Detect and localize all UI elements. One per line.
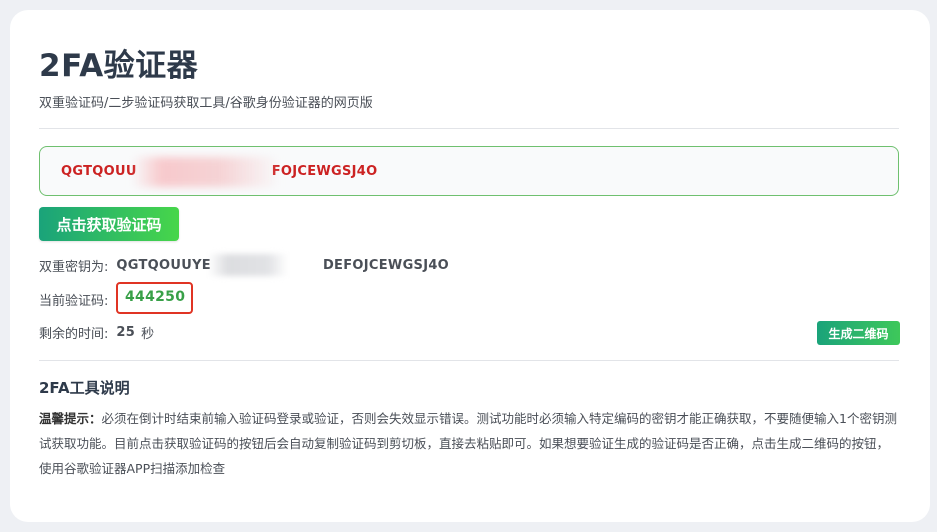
secret-input[interactable]: QGTQOUU FOJCEWGSJ4O bbox=[39, 146, 899, 196]
secret-value: QGTQOUUYE DEFOJCEWGSJ4O bbox=[116, 254, 450, 276]
current-code: 444250 bbox=[125, 289, 186, 305]
divider-top bbox=[39, 128, 899, 129]
time-value: 25 bbox=[116, 325, 136, 340]
time-unit: 秒 bbox=[141, 327, 155, 342]
secret-input-value-end: FOJCEWGSJ4O bbox=[271, 163, 378, 179]
tip-text: 必须在倒计时结束前输入验证码登录或验证，否则会失效显示错误。测试功能时必须输入特… bbox=[39, 411, 897, 476]
time-label: 剩余的时间: bbox=[39, 327, 109, 342]
tip-label: 温馨提示： bbox=[39, 411, 102, 426]
divider-middle bbox=[39, 360, 899, 361]
redaction-mask bbox=[132, 157, 280, 187]
secret-value-start: QGTQOUUYE bbox=[116, 258, 211, 273]
secret-label: 双重密钥为: bbox=[39, 260, 109, 275]
secret-row: 双重密钥为: QGTQOUUYE DEFOJCEWGSJ4O bbox=[39, 254, 450, 276]
secret-value-end: DEFOJCEWGSJ4O bbox=[322, 258, 450, 273]
secret-redaction-mask bbox=[208, 254, 289, 276]
generate-qr-button[interactable]: 生成二维码 bbox=[817, 321, 900, 345]
get-code-button[interactable]: 点击获取验证码 bbox=[39, 207, 179, 241]
main-card: 2FA验证器 双重验证码/二步验证码获取工具/谷歌身份验证器的网页版 QGTQO… bbox=[10, 10, 930, 522]
instructions-text: 温馨提示：必须在倒计时结束前输入验证码登录或验证，否则会失效显示错误。测试功能时… bbox=[39, 406, 901, 481]
code-label: 当前验证码: bbox=[39, 294, 109, 309]
code-row: 当前验证码: bbox=[39, 290, 108, 309]
page-subtitle: 双重验证码/二步验证码获取工具/谷歌身份验证器的网页版 bbox=[39, 96, 373, 111]
page-title: 2FA验证器 bbox=[39, 48, 199, 84]
time-row: 剩余的时间: 25 秒 bbox=[39, 323, 154, 342]
instructions-title: 2FA工具说明 bbox=[39, 379, 130, 397]
secret-input-value-start: QGTQOUU bbox=[61, 163, 137, 179]
